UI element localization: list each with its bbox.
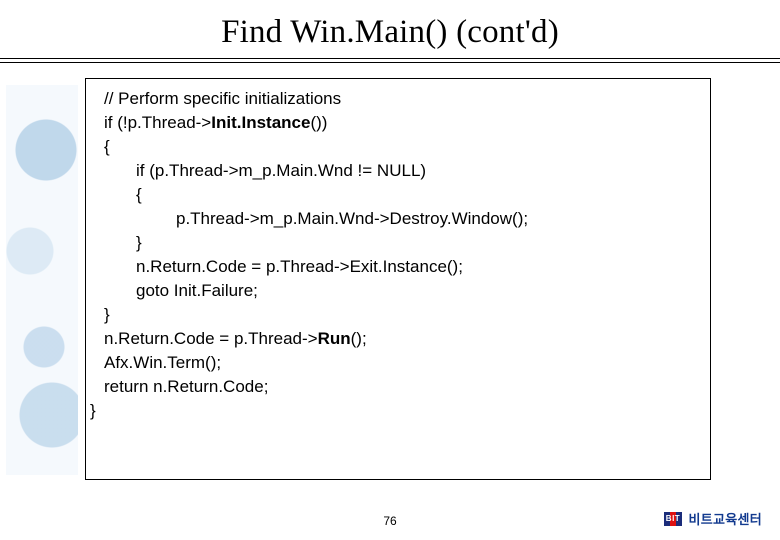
code-text: (); [351,329,367,348]
code-line: goto Init.Failure; [104,279,698,303]
code-line: if (p.Thread->m_p.Main.Wnd != NULL) [104,159,698,183]
code-emphasis: Init.Instance [211,113,310,132]
footer-org-label: 비트교육센터 [688,509,762,528]
code-emphasis: Run [318,329,351,348]
code-line: p.Thread->m_p.Main.Wnd->Destroy.Window()… [104,207,698,231]
code-line: { [104,183,698,207]
title-underline [0,58,780,64]
slide: Find Win.Main() (cont'd) // Perform spec… [0,0,780,540]
code-line: n.Return.Code = p.Thread->Exit.Instance(… [104,255,698,279]
code-line: n.Return.Code = p.Thread->Run(); [104,327,698,351]
code-line: { [104,135,698,159]
code-text: if (!p.Thread-> [104,113,211,132]
code-line: // Perform specific initializations [104,87,698,111]
code-line: } [104,303,698,327]
code-line: return n.Return.Code; [104,375,698,399]
decorative-background [6,85,78,475]
code-text: n.Return.Code = p.Thread-> [104,329,318,348]
code-line: } [104,231,698,255]
code-block: // Perform specific initializations if (… [85,78,711,480]
code-line: if (!p.Thread->Init.Instance()) [104,111,698,135]
footer-logo-text: BIT [664,512,682,526]
code-line: } [90,399,698,423]
code-line: Afx.Win.Term(); [104,351,698,375]
page-number: 76 [0,514,780,528]
code-text: ()) [310,113,327,132]
page-title: Find Win.Main() (cont'd) [0,14,780,51]
